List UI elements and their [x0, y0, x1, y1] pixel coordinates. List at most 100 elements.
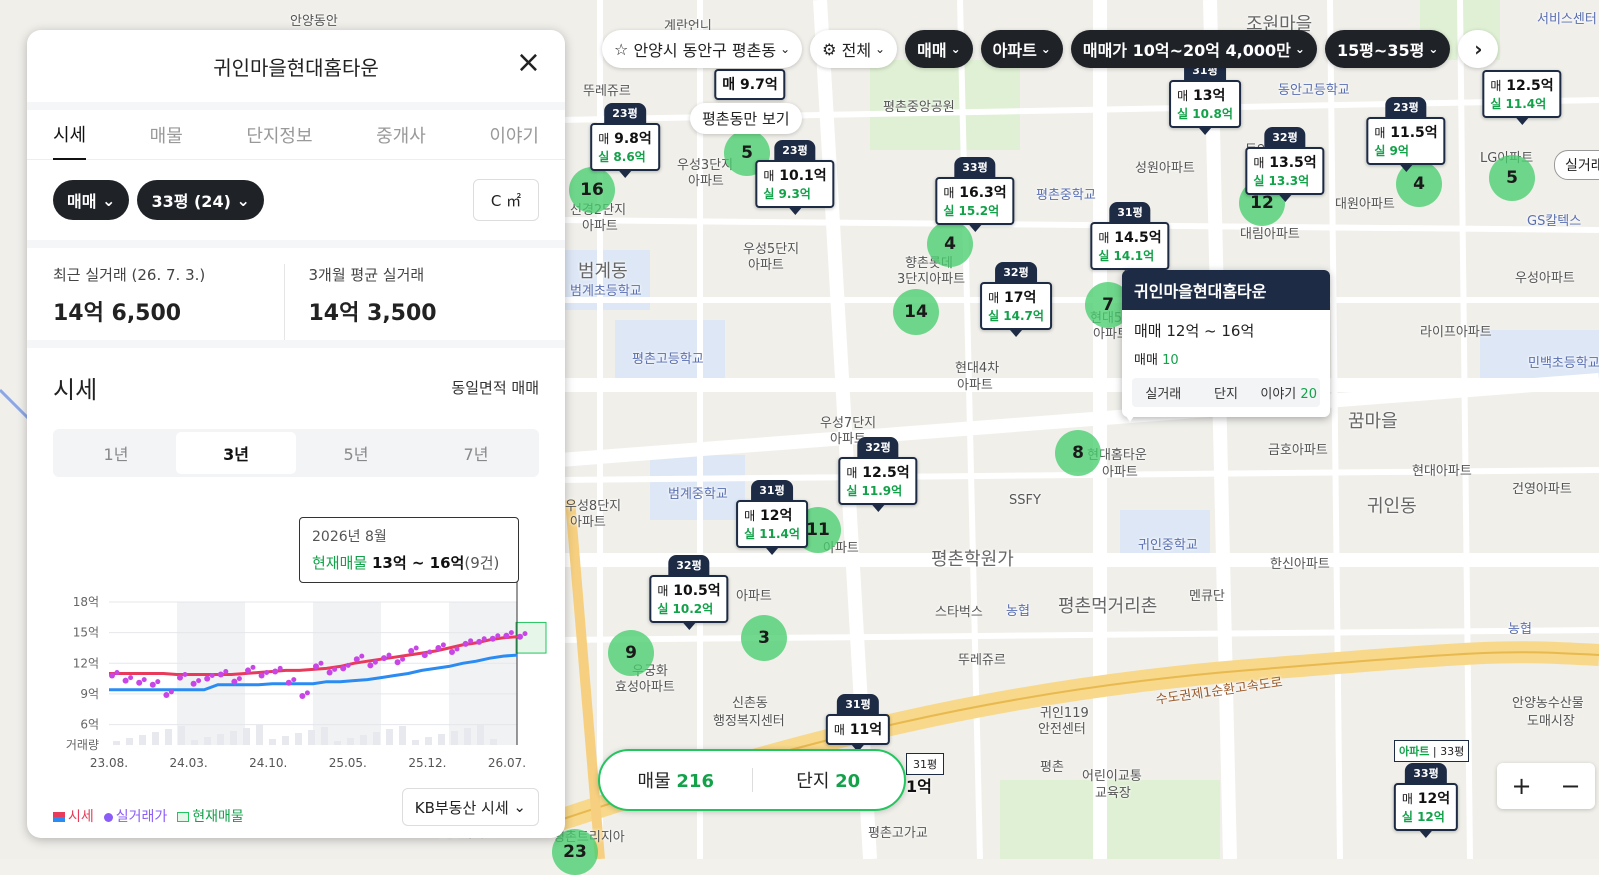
marker-size: 32평 — [1264, 127, 1306, 147]
deal-type-select[interactable]: 매매 ⌄ — [53, 180, 130, 220]
chart-trade-dot — [508, 630, 514, 636]
listing-cluster[interactable]: 14 — [893, 289, 939, 335]
chart-trade-dot — [468, 638, 474, 644]
place-label: 동안고등학교 — [1278, 83, 1350, 98]
listing-cluster[interactable]: 3 — [741, 615, 787, 661]
price-marker[interactable]: 23평 매 9.8억 실 8.6억 — [590, 102, 660, 178]
price-marker[interactable]: 33평 매 12억 실 12억 — [1393, 762, 1459, 838]
chevron-down-icon: ⌄ — [230, 190, 250, 210]
popup-tab-trades[interactable]: 실거래 — [1132, 378, 1195, 407]
price-marker-partial[interactable]: 매 9.7억 — [714, 69, 786, 100]
chart-trade-dot — [217, 671, 224, 678]
period-1y[interactable]: 1년 — [56, 432, 176, 474]
marker-box: 매 16.3억 실 15.2억 — [935, 177, 1015, 225]
tab-listings[interactable]: 매물 — [150, 110, 183, 160]
popup-tab-complex[interactable]: 단지 — [1195, 378, 1258, 407]
price-marker[interactable]: 31평 매 11억 — [825, 693, 891, 752]
price-marker[interactable]: 23평 매 11.5억 실 9억 — [1366, 96, 1446, 172]
place-label: 범계초등학교 — [570, 284, 642, 299]
chart-ytick: 15억 — [73, 626, 99, 640]
partial-marker-mini[interactable]: 31평 — [906, 753, 945, 775]
price-marker[interactable]: 32평 매 17억 실 14.7억 — [980, 261, 1052, 337]
listings-count[interactable]: 매물 216 — [600, 767, 752, 793]
complex-popup[interactable]: 귀인마을현대홈타운 매매 12억 ~ 16억 매매 10 실거래 단지 이야기 … — [1122, 270, 1330, 417]
region-only-tooltip[interactable]: 평촌동만 보기 — [690, 103, 802, 134]
listing-cluster[interactable]: 23 — [552, 829, 598, 875]
price-marker[interactable]: 매 12.5억 실 11.4억 — [1482, 70, 1562, 125]
chart-trade-dot — [304, 690, 310, 696]
zoom-out-button[interactable]: − — [1546, 763, 1595, 809]
place-label: 안전센터 — [1038, 722, 1086, 737]
chevron-right-icon: › — [1474, 37, 1483, 61]
tab-stories[interactable]: 이야기 — [489, 110, 539, 160]
tab-price[interactable]: 시세 — [53, 110, 87, 160]
region-label: 안양시 동안구 평촌동 — [633, 41, 777, 60]
region-filter[interactable]: ☆ 안양시 동안구 평촌동 ⌄ — [602, 30, 803, 68]
all-filter[interactable]: ⚙ 전체 ⌄ — [810, 30, 898, 68]
price-marker[interactable]: 31평 매 13억 실 10.8억 — [1169, 59, 1241, 135]
type-label: 아파트 — [992, 41, 1037, 60]
close-icon[interactable]: × — [516, 48, 541, 78]
type-filter[interactable]: 아파트 ⌄ — [980, 30, 1063, 68]
marker-sale: 매 10.1억 — [763, 168, 827, 184]
marker-size: 32평 — [668, 555, 710, 575]
kb-price-select[interactable]: KB부동산 시세 ⌄ — [401, 788, 539, 826]
legend-trade-swatch — [103, 812, 113, 822]
next-filter-button[interactable]: › — [1458, 30, 1499, 68]
listing-cluster[interactable]: 5 — [1489, 155, 1535, 201]
chart-trade-dot — [367, 662, 374, 669]
place-label: 평촌중학교 — [1036, 188, 1096, 203]
partial-marker-apt[interactable]: 아파트 | 33평 — [1394, 740, 1470, 762]
marker-size: 23평 — [604, 103, 646, 123]
chart-trade-dot — [190, 680, 197, 687]
zoom-in-button[interactable]: + — [1497, 763, 1546, 809]
filter-bar: ☆ 안양시 동안구 평촌동 ⌄ ⚙ 전체 ⌄ 매매 ⌄ 아파트 ⌄ 매매가 10억~20… — [602, 30, 1499, 68]
marker-sale: 매 10.5억 — [657, 583, 721, 599]
real-trade-toggle[interactable]: 실거래 — [1554, 150, 1599, 180]
recent-trade-value: 14억 6,500 — [53, 301, 182, 326]
deal-filter[interactable]: 매매 ⌄ — [905, 30, 973, 68]
place-label: 멘큐단 — [1189, 589, 1225, 604]
chart-trade-dot — [427, 649, 433, 655]
chart-volume-bar — [282, 736, 289, 745]
chart-volume-bar — [412, 740, 419, 745]
avg-trade-value: 14억 3,500 — [308, 301, 437, 326]
listing-cluster[interactable]: 9 — [608, 630, 654, 676]
price-filter[interactable]: 매매가 10억~20억 4,000만 ⌄ — [1070, 30, 1317, 68]
area-select[interactable]: 33평 (24) ⌄ — [137, 180, 264, 220]
summary-bar[interactable]: 매물 216 단지 20 — [598, 749, 906, 811]
chart-trade-dot — [163, 691, 170, 698]
unit-toggle-button[interactable]: C ㎡ — [473, 179, 539, 221]
marker-box: 매 11.5억 실 9억 — [1366, 117, 1446, 165]
price-marker[interactable]: 32평 매 13.5억 실 13.3억 — [1245, 126, 1325, 202]
period-5y[interactable]: 5년 — [296, 432, 416, 474]
complex-detail-panel: 귀인마을현대홈타운 × 시세 매물 단지정보 중개사 이야기 매매 ⌄ 33평 … — [27, 30, 565, 838]
marker-sale: 매 11억 — [833, 722, 883, 738]
price-marker[interactable]: 23평 매 10.1억 실 9.3억 — [755, 139, 835, 215]
price-marker[interactable]: 31평 매 12억 실 11.4억 — [736, 479, 808, 555]
listing-cluster[interactable]: 8 — [1055, 430, 1101, 476]
complex-count[interactable]: 단지 20 — [753, 767, 905, 793]
tab-complex-info[interactable]: 단지정보 — [246, 110, 312, 160]
period-7y[interactable]: 7년 — [416, 432, 536, 474]
price-chart[interactable]: 18억 15억 12억 9억 6억 거래량 23.08. 24.03. 24.10. 25.05.… — [27, 477, 565, 777]
marker-sale: 매 11.5억 — [1374, 125, 1438, 141]
marker-real: 실 13.3억 — [1253, 174, 1310, 188]
tab-agents[interactable]: 중개사 — [376, 110, 426, 160]
size-filter[interactable]: 15평~35평 ⌄ — [1324, 30, 1451, 68]
period-3y[interactable]: 3년 — [176, 432, 296, 474]
same-area-link[interactable]: 동일면적 매매 — [451, 377, 539, 398]
marker-real: 실 11.4억 — [744, 527, 800, 541]
marker-sale: 매 13억 — [1177, 88, 1226, 104]
price-marker[interactable]: 32평 매 10.5억 실 10.2억 — [649, 554, 729, 630]
chart-xtick: 26.07. — [488, 756, 526, 770]
price-marker[interactable]: 32평 매 12.5억 실 11.9억 — [838, 436, 918, 512]
popup-tail — [1122, 410, 1138, 422]
marker-tail — [1199, 128, 1211, 135]
popup-tab-stories[interactable]: 이야기 20 — [1257, 378, 1320, 407]
marker-tail — [872, 505, 884, 512]
price-marker[interactable]: 33평 매 16.3억 실 15.2억 — [935, 156, 1015, 232]
chart-tooltip-body: 현재매물 13억 ~ 16억(9건) — [312, 552, 506, 573]
price-marker[interactable]: 31평 매 14.5억 실 14.1억 — [1090, 201, 1170, 277]
legend-trade-label: 실거래가 — [115, 809, 168, 825]
